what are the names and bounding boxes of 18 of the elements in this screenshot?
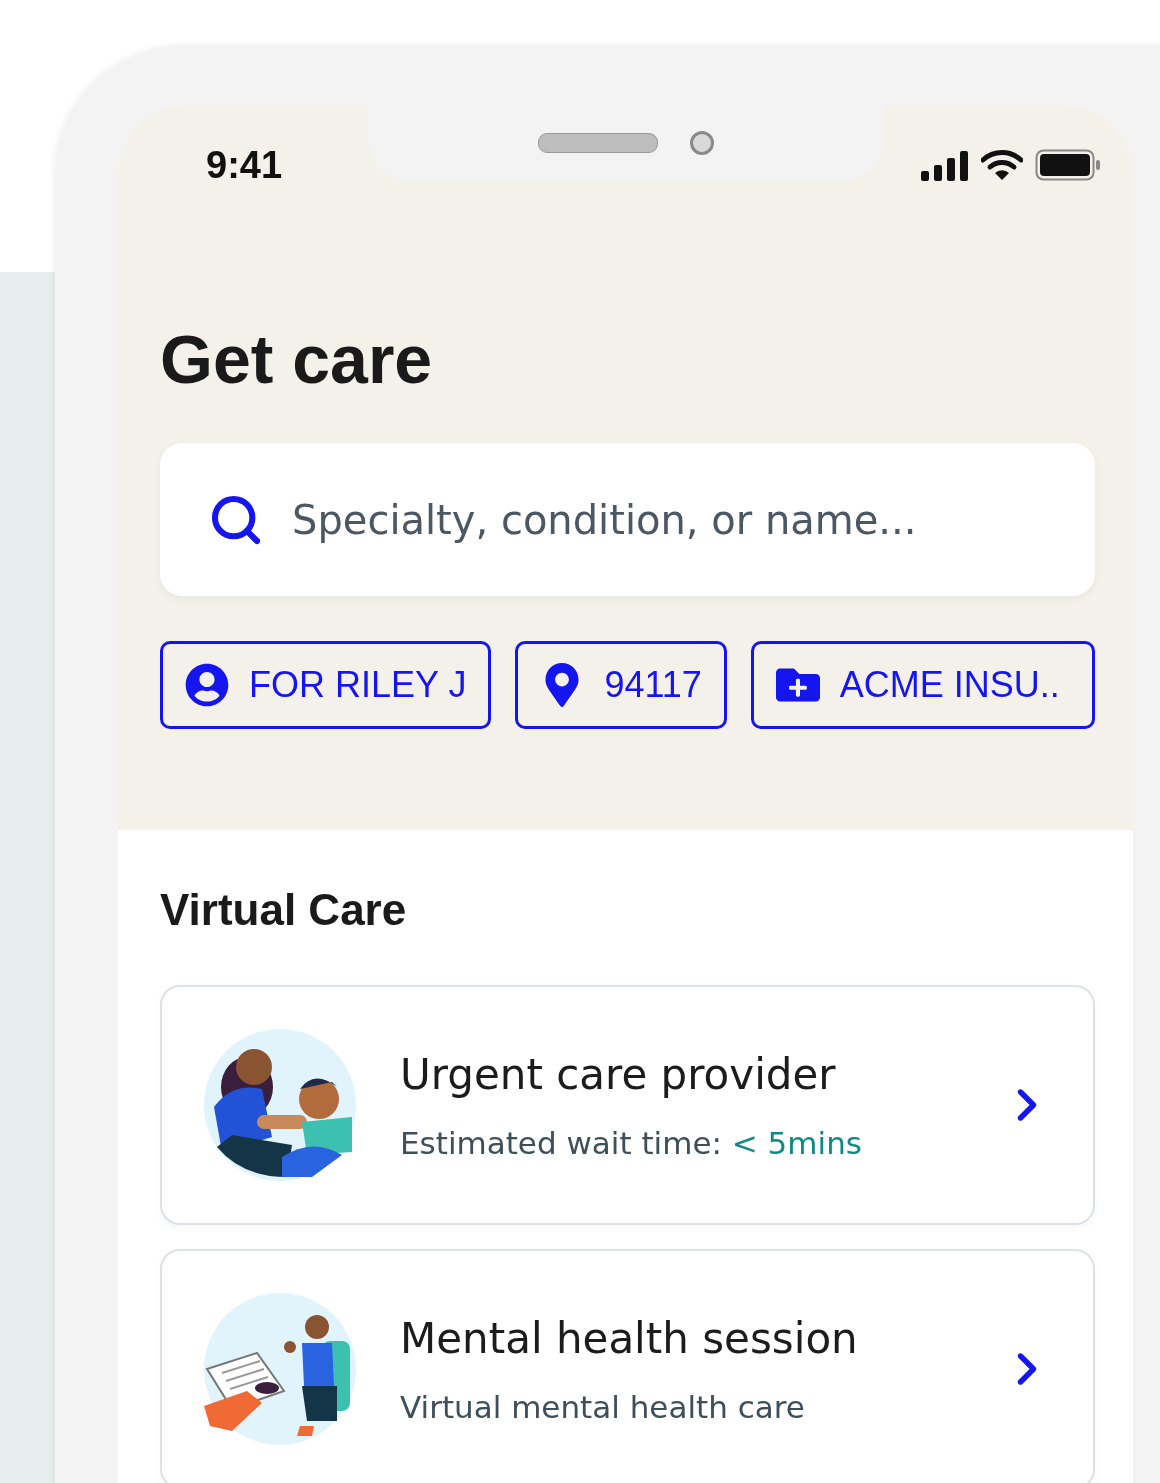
search-field[interactable]: Specialty, condition, or name...: [292, 496, 1055, 543]
filter-chip[interactable]: 94117: [515, 641, 727, 729]
signal-icon: [921, 149, 969, 181]
card-title: Urgent care provider: [400, 1049, 837, 1099]
section-title: Virtual Care: [160, 885, 408, 935]
filter-chip[interactable]: ACME INSU..: [750, 641, 1095, 729]
user-icon: [185, 663, 229, 707]
status-time: 9:41: [206, 143, 283, 187]
page-title: Get care: [160, 325, 434, 393]
card-subtitle: Estimated wait time: < 5mins: [400, 1124, 863, 1161]
card-title: Mental health session: [400, 1313, 859, 1363]
filter-chip[interactable]: FOR RILEY J: [160, 641, 492, 729]
card-subtitle: Virtual mental health care: [400, 1388, 806, 1425]
battery-icon: [1035, 149, 1101, 181]
wifi-icon: [981, 149, 1023, 181]
camera-icon: [689, 130, 714, 155]
care-option-card[interactable]: Mental health session Virtual mental health care: [160, 1249, 1095, 1483]
care-option-card[interactable]: Urgent care provider Estimated wait time: < 5mins: [160, 985, 1095, 1225]
